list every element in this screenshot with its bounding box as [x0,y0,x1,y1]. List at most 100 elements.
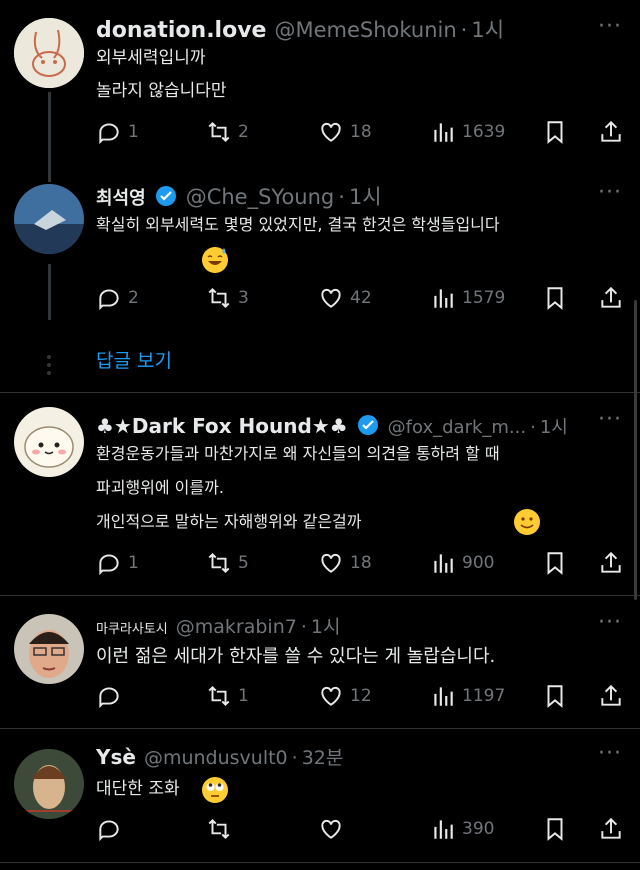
share-icon [601,286,621,308]
avatar[interactable] [14,18,84,88]
share-button[interactable] [598,682,624,710]
tweet-text: 확실히 외부세력도 몇명 있었지만, 결국 한것은 학생들입니다 [96,208,500,241]
like-button[interactable]: 18 [318,118,372,146]
timestamp[interactable]: 1시 [471,14,504,44]
like-icon [321,819,341,839]
views-button[interactable]: 1197 [430,682,505,710]
bookmark-icon [547,287,563,310]
bookmark-button[interactable] [542,284,568,312]
timestamp[interactable]: 1시 [349,181,382,211]
tweet-header: 최석영 @Che_SYoung · 1시 [96,180,382,211]
tweet-header: donation.love @MemeShokunin · 1시 [96,14,504,44]
retweet-button[interactable]: 3 [206,284,249,312]
avatar[interactable] [14,614,84,684]
display-name[interactable]: 마쿠라사토시 [96,618,168,637]
view-count: 1579 [462,288,506,308]
user-handle[interactable]: @Che_SYoung [186,185,335,209]
divider [0,862,640,863]
share-icon [601,817,621,839]
avatar-image [14,749,84,819]
tweet-line: 확실히 외부세력도 몇명 있었지만, 결국 한것은 학생들입니다 [96,215,500,234]
like-button[interactable]: 12 [318,682,372,710]
scrollbar[interactable] [634,300,637,600]
tweet-text: 대단한 조화 [96,773,180,806]
like-icon [321,288,341,308]
retweet-button[interactable] [206,815,238,843]
tweet-1[interactable]: donation.love @MemeShokunin · 1시 ··· 외부세… [0,0,640,182]
tweet-line: 이런 젊은 세대가 한자를 쓸 수 있다는 게 놀랍습니다. [96,646,496,667]
tweet-5[interactable]: Ysè @mundusvult0 · 32분 ··· 대단한 조화 390 [0,729,640,870]
display-name[interactable]: Ysè [96,745,136,769]
view-count: 900 [462,553,495,573]
action-bar: 1 2 18 1639 [96,118,626,146]
retweet-button[interactable]: 1 [206,682,249,710]
sweat-smile-emoji-icon [202,247,228,273]
display-name[interactable]: ♣★Dark Fox Hound★♣ [96,414,348,438]
avatar[interactable] [14,184,84,254]
like-button[interactable]: 42 [318,284,372,312]
views-button[interactable]: 900 [430,549,494,577]
like-count: 18 [350,553,372,573]
tweet-header: 마쿠라사토시 @makrabin7 · 1시 [96,612,340,639]
retweet-icon [208,552,230,574]
reply-button[interactable] [96,815,128,843]
tweet-line: 놀라지 않습니다만 [96,81,227,101]
display-name[interactable]: donation.love [96,18,266,43]
thread-dots [47,355,51,379]
bookmark-icon [547,818,563,841]
show-replies-link[interactable]: 답글 보기 [96,346,172,373]
tweet-3[interactable]: ♣★Dark Fox Hound★♣ @fox_dark_m... · 1시 ·… [0,393,640,595]
bookmark-button[interactable] [542,682,568,710]
user-handle[interactable]: @mundusvult0 [144,747,288,769]
avatar-image [14,184,84,254]
avatar[interactable] [14,407,84,477]
reply-button[interactable]: 2 [96,284,139,312]
retweet-icon [208,818,230,840]
more-icon[interactable]: ··· [598,741,622,766]
display-name[interactable]: 최석영 [96,184,146,210]
retweet-button[interactable]: 2 [206,118,249,146]
bookmark-button[interactable] [542,815,568,843]
retweet-icon [208,685,230,707]
retweet-button[interactable]: 5 [206,549,249,577]
timestamp[interactable]: 1시 [311,612,341,639]
bookmark-icon [547,552,563,575]
tweet-2[interactable]: 최석영 @Che_SYoung · 1시 ··· 확실히 외부세력도 몇명 있었… [0,170,640,330]
views-button[interactable]: 390 [430,815,494,843]
views-icon [434,820,453,839]
tweet-header: ♣★Dark Fox Hound★♣ @fox_dark_m... · 1시 [96,413,568,439]
views-button[interactable]: 1639 [430,118,505,146]
bookmark-button[interactable] [542,549,568,577]
reply-button[interactable]: 1 [96,549,139,577]
more-icon[interactable]: ··· [598,14,622,39]
user-handle[interactable]: @MemeShokunin [274,18,456,42]
tweet-line: 외부세력입니까 [96,48,206,68]
more-icon[interactable]: ··· [598,180,622,205]
share-button[interactable] [598,118,624,146]
like-button[interactable] [318,815,350,843]
avatar[interactable] [14,749,84,819]
bookmark-button[interactable] [542,118,568,146]
share-button[interactable] [598,284,624,312]
timestamp[interactable]: 32분 [302,743,344,770]
tweet-line: 대단한 조화 [96,779,180,799]
avatar-image [14,18,84,88]
share-button[interactable] [598,815,624,843]
user-handle[interactable]: @fox_dark_m... [388,417,526,438]
more-icon[interactable]: ··· [598,610,622,635]
share-button[interactable] [598,549,624,577]
bookmark-icon [547,685,563,708]
reply-button[interactable]: 1 [96,118,139,146]
tweet-4[interactable]: 마쿠라사토시 @makrabin7 · 1시 ··· 이런 젊은 세대가 한자를… [0,596,640,728]
retweet-icon [208,121,230,143]
reply-icon [99,289,119,311]
like-icon [321,122,341,142]
like-button[interactable]: 18 [318,549,372,577]
more-icon[interactable]: ··· [598,407,622,432]
avatar-image [14,407,84,477]
timestamp[interactable]: 1시 [540,413,568,439]
reply-button[interactable] [96,682,128,710]
user-handle[interactable]: @makrabin7 [176,616,297,638]
action-bar: 1 5 18 900 [96,549,626,577]
views-button[interactable]: 1579 [430,284,505,312]
